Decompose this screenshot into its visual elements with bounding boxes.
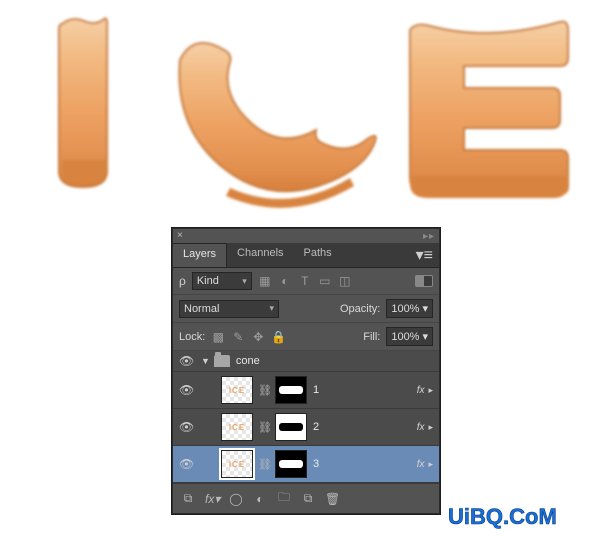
fx-expand-icon[interactable]: ▸ (428, 459, 433, 470)
visibility-icon[interactable]: 👁 (179, 420, 193, 434)
filter-row: ρ Kind ▾ ▦ ◐ T ▭ ◫ (173, 268, 439, 295)
mask-link-icon[interactable]: ⛓ (258, 458, 272, 471)
mask-link-icon[interactable]: ⛓ (258, 421, 272, 434)
layer-thumbnail[interactable]: ICE (221, 413, 253, 441)
lock-all-icon[interactable]: 🔒 (271, 330, 285, 344)
fx-badge[interactable]: fx (417, 385, 425, 396)
filter-smart-icon[interactable]: ◫ (338, 274, 352, 288)
thumb-text: ICE (229, 460, 245, 469)
panel-menu-icon[interactable]: ▾≡ (410, 243, 439, 267)
lock-fill-row: Lock: ▩ ✎ ✥ 🔒 Fill: 100% ▾ (173, 323, 439, 351)
delete-layer-icon[interactable]: 🗑 (325, 492, 339, 506)
visibility-icon[interactable]: 👁 (179, 457, 193, 471)
panel-tabs: Layers Channels Paths ▾≡ (173, 243, 439, 268)
layer-row[interactable]: 👁 ICE ⛓ 1 fx ▸ (173, 372, 439, 409)
lock-label: Lock: (179, 331, 205, 343)
new-layer-icon[interactable]: ⧉ (301, 491, 315, 506)
blend-mode-value: Normal (184, 303, 219, 315)
fx-badge[interactable]: fx (417, 459, 425, 470)
thumb-text: ICE (229, 386, 245, 395)
thumb-text: ICE (229, 423, 245, 432)
group-name: cone (236, 355, 260, 367)
tab-paths[interactable]: Paths (294, 243, 342, 267)
fx-menu-icon[interactable]: fx▾ (205, 492, 219, 506)
opacity-input[interactable]: 100% ▾ (386, 299, 433, 318)
layers-list: 👁 ▼ cone 👁 ICE ⛓ 1 fx ▸ 👁 ICE ⛓ 2 fx ▸ (173, 351, 439, 483)
lock-icons: ▩ ✎ ✥ 🔒 (211, 330, 285, 344)
layer-name[interactable]: 3 (313, 458, 417, 470)
layer-row[interactable]: 👁 ICE ⛓ 3 fx ▸ (173, 446, 439, 483)
layer-thumbnail[interactable]: ICE (221, 450, 253, 478)
panel-tab-bar-top: × ▸▸ (173, 229, 439, 243)
opacity-label: Opacity: (340, 303, 380, 315)
layer-thumbnail[interactable]: ICE (221, 376, 253, 404)
visibility-icon[interactable]: 👁 (179, 383, 193, 397)
filter-kind-label: Kind (197, 275, 219, 287)
tab-layers[interactable]: Layers (173, 243, 227, 267)
new-adjustment-icon[interactable]: ◐ (253, 492, 267, 506)
filter-kind-icon: ρ (179, 274, 186, 288)
lock-pixels-icon[interactable]: ✎ (231, 330, 245, 344)
add-mask-icon[interactable]: ◯ (229, 492, 243, 506)
lock-position-icon[interactable]: ✥ (251, 330, 265, 344)
filter-pixel-icon[interactable]: ▦ (258, 274, 272, 288)
disclosure-icon[interactable]: ▼ (201, 356, 210, 366)
watermark: UiBQ.CoM (448, 502, 588, 530)
watermark-text: UiBQ.CoM (448, 504, 557, 529)
layer-name[interactable]: 1 (313, 384, 417, 396)
layer-mask-thumbnail[interactable] (275, 413, 307, 441)
layer-row[interactable]: 👁 ICE ⛓ 2 fx ▸ (173, 409, 439, 446)
new-group-icon[interactable]: 🗀 (277, 488, 291, 509)
layer-name[interactable]: 2 (313, 421, 417, 433)
artwork-canvas (0, 0, 600, 220)
link-layers-icon[interactable]: ⧉ (181, 491, 195, 506)
fx-badge[interactable]: fx (417, 422, 425, 433)
blend-opacity-row: Normal ▾ Opacity: 100% ▾ (173, 295, 439, 323)
tab-channels[interactable]: Channels (227, 243, 293, 267)
filter-adjust-icon[interactable]: ◐ (278, 274, 292, 288)
panel-footer: ⧉ fx▾ ◯ ◐ 🗀 ⧉ 🗑 (173, 483, 439, 513)
fx-expand-icon[interactable]: ▸ (428, 385, 433, 396)
ice-text-artwork (0, 0, 600, 220)
close-icon[interactable]: × (177, 231, 183, 241)
filter-shape-icon[interactable]: ▭ (318, 274, 332, 288)
filter-kind-select[interactable]: Kind ▾ (192, 272, 252, 290)
folder-icon (214, 355, 230, 367)
filter-type-icons: ▦ ◐ T ▭ ◫ (258, 274, 352, 288)
layer-mask-thumbnail[interactable] (275, 376, 307, 404)
layer-mask-thumbnail[interactable] (275, 450, 307, 478)
blend-mode-select[interactable]: Normal ▾ (179, 300, 279, 318)
mask-link-icon[interactable]: ⛓ (258, 384, 272, 397)
filter-type-icon[interactable]: T (298, 274, 312, 288)
fill-input[interactable]: 100% ▾ (386, 327, 433, 346)
layer-group-row[interactable]: 👁 ▼ cone (173, 351, 439, 372)
layers-panel: × ▸▸ Layers Channels Paths ▾≡ ρ Kind ▾ ▦… (172, 228, 440, 514)
lock-transparency-icon[interactable]: ▩ (211, 330, 225, 344)
fx-expand-icon[interactable]: ▸ (428, 422, 433, 433)
collapse-icon[interactable]: ▸▸ (423, 231, 435, 242)
fill-value: 100% (391, 331, 419, 343)
filter-toggle-icon[interactable] (415, 275, 433, 287)
visibility-icon[interactable]: 👁 (179, 354, 193, 368)
fill-label: Fill: (363, 331, 380, 343)
opacity-value: 100% (391, 303, 419, 315)
